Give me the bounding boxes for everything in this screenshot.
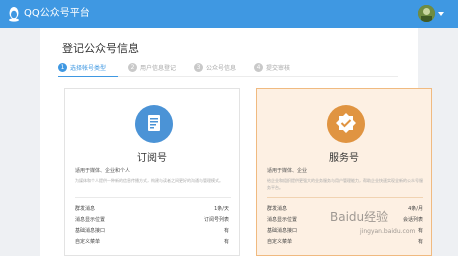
card-description: 为媒体和个人提供一种新的信息传播方式，构建与读者之间更好的沟通与管理模式。 bbox=[75, 178, 223, 183]
feature-list: 群发消息 1条/天 消息显示位置 订阅号列表 基础消息接口 有 自定义菜单 有 bbox=[75, 205, 231, 249]
app-title[interactable]: QQ公众号平台 bbox=[24, 7, 90, 21]
feature-value: 会话列表 bbox=[402, 217, 423, 223]
feature-value: 订阅号列表 bbox=[203, 217, 229, 223]
feature-name: 消息显示位置 bbox=[267, 217, 298, 223]
step-number: 4 bbox=[254, 62, 263, 72]
card-divider bbox=[75, 197, 231, 198]
feature-value: 有 bbox=[417, 239, 423, 245]
feature-name: 消息显示位置 bbox=[75, 217, 106, 223]
step-label: 选择帐号类型 bbox=[70, 64, 107, 72]
feature-name: 自定义菜单 bbox=[267, 239, 293, 245]
feature-name: 基础消息接口 bbox=[75, 228, 106, 234]
step-select-account-type: 1 选择帐号类型 bbox=[58, 61, 106, 73]
feature-name: 自定义菜单 bbox=[75, 239, 101, 245]
steps-progress-indicator bbox=[58, 76, 118, 77]
verified-badge-icon bbox=[327, 105, 365, 143]
feature-value: 4条/月 bbox=[408, 206, 423, 212]
page-title: 登记公众号信息 bbox=[62, 42, 139, 55]
step-number: 1 bbox=[58, 62, 67, 72]
feature-name: 群发消息 bbox=[267, 206, 288, 212]
watermark: Baidu经验 bbox=[330, 210, 389, 224]
card-title: 服务号 bbox=[329, 153, 359, 164]
feature-name: 基础消息接口 bbox=[267, 228, 298, 234]
step-number: 2 bbox=[128, 62, 137, 72]
feature-row: 消息显示位置 订阅号列表 bbox=[75, 216, 231, 227]
feature-value: 有 bbox=[223, 228, 229, 234]
feature-row: 群发消息 1条/天 bbox=[75, 205, 231, 216]
feature-row: 自定义菜单 有 bbox=[267, 238, 423, 249]
watermark-url: jingyan.baidu.com bbox=[360, 228, 416, 235]
subscription-account-card[interactable]: 订阅号 适用于媒体、企业和个人 为媒体和个人提供一种新的信息传播方式，构建与读者… bbox=[64, 88, 240, 256]
document-icon bbox=[135, 105, 173, 143]
step-label: 公众号信息 bbox=[206, 64, 237, 72]
card-audience: 适用于媒体、企业 bbox=[267, 168, 308, 174]
qq-penguin-icon[interactable] bbox=[8, 6, 20, 22]
registration-steps: 1 选择帐号类型 2 用户信息登记 3 公众号信息 4 提交审核 bbox=[58, 61, 398, 75]
card-divider bbox=[267, 197, 423, 198]
step-number: 3 bbox=[194, 62, 203, 72]
top-navigation-bar: QQ公众号平台 bbox=[0, 0, 458, 28]
user-avatar[interactable] bbox=[418, 5, 435, 22]
feature-row: 基础消息接口 有 bbox=[75, 227, 231, 238]
feature-value: 有 bbox=[223, 239, 229, 245]
account-dropdown-caret-icon[interactable] bbox=[438, 12, 444, 16]
card-title: 订阅号 bbox=[137, 153, 167, 164]
feature-name: 群发消息 bbox=[75, 206, 96, 212]
card-audience: 适用于媒体、企业和个人 bbox=[75, 168, 131, 174]
step-submit-review: 4 提交审核 bbox=[254, 61, 290, 73]
feature-value: 1条/天 bbox=[214, 206, 229, 212]
card-description: 给企业和组织提供更强大的业务服务与用户管理能力，帮助企业快速实现全新的公众号服务… bbox=[267, 178, 423, 190]
step-user-info: 2 用户信息登记 bbox=[128, 61, 176, 73]
feature-row: 自定义菜单 有 bbox=[75, 238, 231, 249]
step-account-info: 3 公众号信息 bbox=[194, 61, 236, 73]
feature-value: 有 bbox=[417, 228, 423, 234]
step-label: 提交审核 bbox=[266, 64, 291, 72]
step-label: 用户信息登记 bbox=[140, 64, 177, 72]
